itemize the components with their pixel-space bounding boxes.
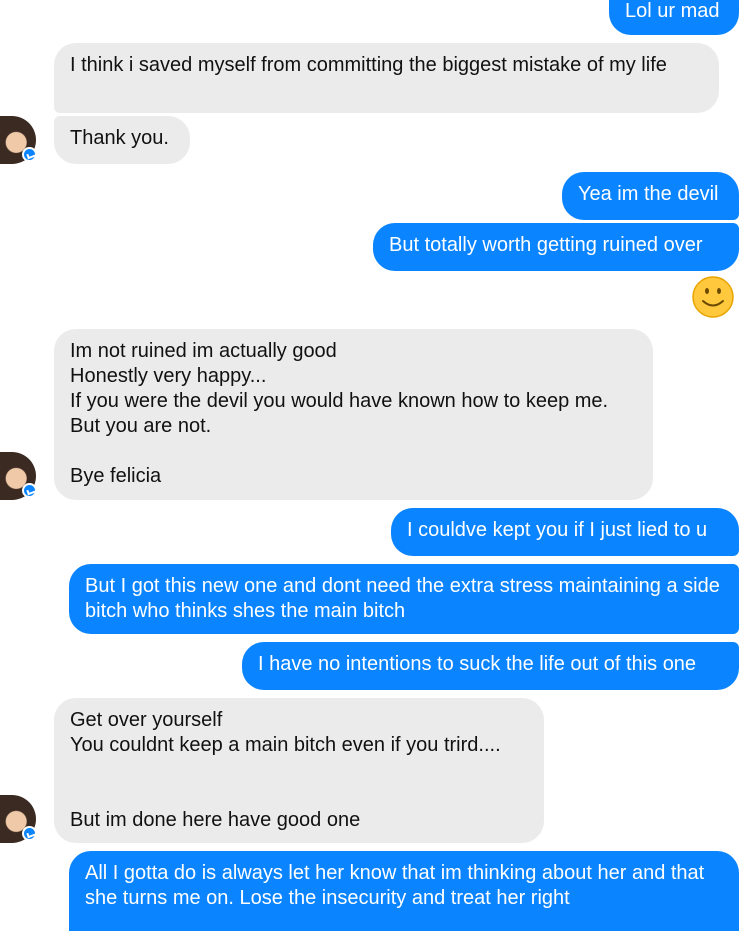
message-bubble-outgoing[interactable]: But I got this new one and dont need the…: [69, 564, 739, 634]
messenger-badge-icon: [22, 147, 37, 162]
message-bubble-outgoing[interactable]: But totally worth getting ruined over: [373, 223, 739, 271]
message-bubble-outgoing[interactable]: I couldve kept you if I just lied to u: [391, 508, 739, 556]
message-bubble-incoming[interactable]: Thank you.: [54, 116, 190, 164]
messenger-badge-icon: [22, 826, 37, 841]
message-bubble-incoming[interactable]: Get over yourself You couldnt keep a mai…: [54, 698, 544, 843]
contact-avatar[interactable]: [0, 116, 37, 164]
smiley-emoji: [692, 276, 734, 318]
message-bubble-outgoing[interactable]: I have no intentions to suck the life ou…: [242, 642, 739, 690]
message-bubble-outgoing[interactable]: Yea im the devil: [562, 172, 739, 220]
message-bubble-outgoing[interactable]: All I gotta do is always let her know th…: [69, 851, 739, 931]
contact-avatar[interactable]: [0, 452, 37, 500]
message-bubble-incoming[interactable]: I think i saved myself from committing t…: [54, 43, 719, 113]
message-bubble-outgoing[interactable]: Lol ur mad: [609, 0, 739, 35]
message-bubble-incoming[interactable]: Im not ruined im actually good Honestly …: [54, 329, 653, 500]
messenger-badge-icon: [22, 483, 37, 498]
contact-avatar[interactable]: [0, 795, 37, 843]
